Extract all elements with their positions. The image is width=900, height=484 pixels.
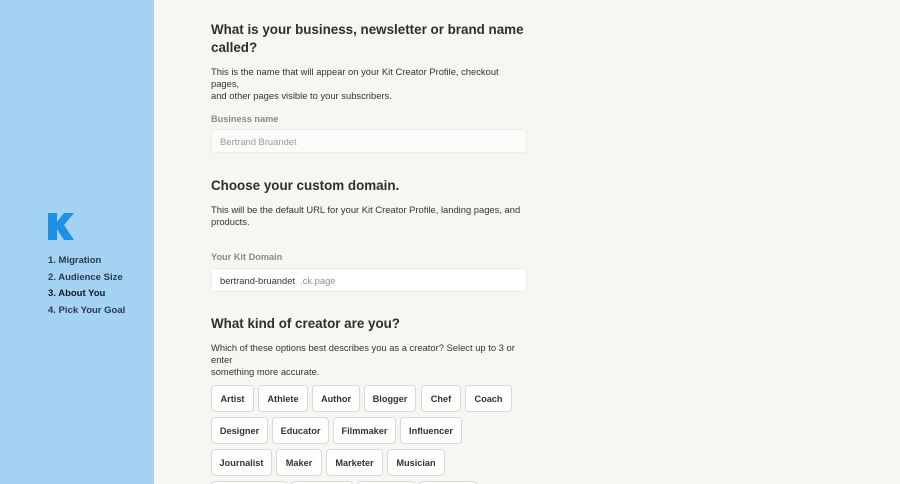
- business-name-input[interactable]: [212, 130, 526, 152]
- domain-description: This will be the default URL for your Ki…: [211, 204, 521, 227]
- creator-option-maker[interactable]: Maker: [276, 449, 322, 476]
- business-description: This is the name that will appear on you…: [211, 66, 499, 101]
- creator-option-chef[interactable]: Chef: [421, 385, 461, 412]
- domain-suffix: .ck.page: [300, 274, 336, 286]
- domain-value[interactable]: bertrand-bruandet: [220, 275, 295, 286]
- step-pick-your-goal[interactable]: 4. Pick Your Goal: [48, 305, 125, 322]
- creator-description: Which of these options best describes yo…: [211, 342, 515, 377]
- creator-option-artist[interactable]: Artist: [211, 385, 254, 412]
- creator-option-blogger[interactable]: Blogger: [364, 385, 416, 412]
- domain-label: Your Kit Domain: [211, 252, 283, 262]
- business-heading: What is your business, newsletter or bra…: [211, 22, 524, 55]
- domain-heading: Choose your custom domain.: [211, 178, 400, 193]
- onboarding-steps: 1. Migration 2. Audience Size 3. About Y…: [48, 255, 125, 322]
- creator-option-influencer[interactable]: Influencer: [400, 417, 462, 444]
- creator-option-journalist[interactable]: Journalist: [211, 449, 272, 476]
- creator-option-athlete[interactable]: Athlete: [258, 385, 308, 412]
- business-name-label: Business name: [211, 114, 279, 124]
- creator-option-coach[interactable]: Coach: [465, 385, 512, 412]
- step-migration[interactable]: 1. Migration: [48, 255, 125, 272]
- step-audience-size[interactable]: 2. Audience Size: [48, 272, 125, 289]
- creator-option-marketer[interactable]: Marketer: [326, 449, 383, 476]
- creator-heading: What kind of creator are you?: [211, 316, 400, 331]
- domain-field[interactable]: bertrand-bruandet .ck.page: [211, 268, 527, 292]
- sidebar: 1. Migration 2. Audience Size 3. About Y…: [0, 0, 154, 484]
- creator-option-educator[interactable]: Educator: [272, 417, 329, 444]
- creator-option-musician[interactable]: Musician: [387, 449, 445, 476]
- business-name-field[interactable]: [211, 129, 527, 153]
- creator-option-filmmaker[interactable]: Filmmaker: [333, 417, 396, 444]
- kit-logo-icon: [48, 213, 74, 240]
- creator-option-designer[interactable]: Designer: [211, 417, 268, 444]
- step-about-you[interactable]: 3. About You: [48, 288, 125, 305]
- creator-option-author[interactable]: Author: [312, 385, 360, 412]
